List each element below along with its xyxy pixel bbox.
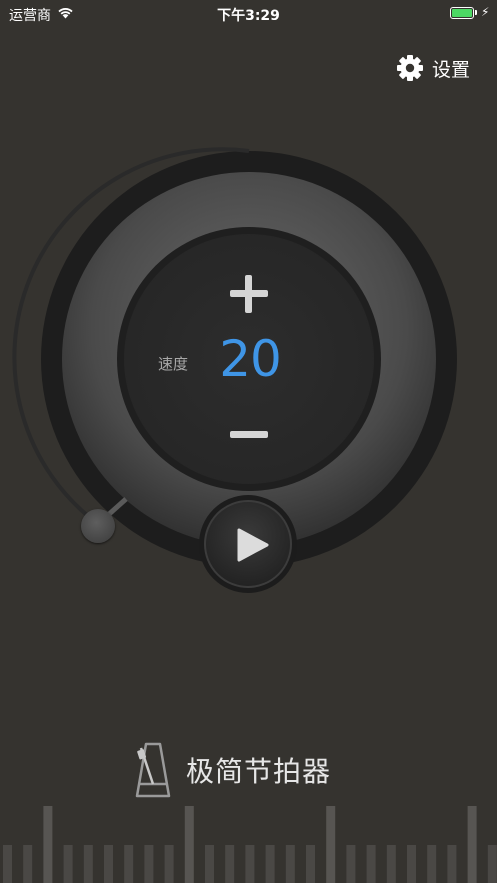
beat-bar	[63, 845, 73, 883]
app-brand: 极简节拍器	[134, 740, 331, 800]
beat-bar	[346, 845, 356, 883]
beat-bar	[306, 845, 315, 883]
beat-bar	[124, 845, 134, 883]
beat-bar	[386, 845, 396, 883]
beat-bar	[467, 806, 477, 883]
beat-bar	[23, 845, 33, 883]
decrease-tempo-button[interactable]	[229, 423, 269, 447]
tempo-label: 速度	[157, 355, 188, 373]
beat-bar	[104, 845, 113, 883]
beat-bar	[225, 845, 235, 883]
play-icon	[237, 528, 269, 562]
increase-tempo-button[interactable]	[228, 273, 270, 315]
app-name: 极简节拍器	[186, 755, 332, 788]
beat-bar	[164, 845, 174, 883]
beat-bar	[184, 806, 194, 883]
beat-bar	[43, 806, 53, 883]
beat-bar	[285, 845, 295, 883]
metronome-icon	[135, 742, 171, 798]
beat-bar	[144, 845, 154, 883]
beat-bar	[447, 845, 457, 883]
beat-bar	[205, 845, 214, 883]
beat-bar	[265, 845, 275, 883]
tempo-value: 20	[219, 330, 282, 388]
beat-bar	[245, 845, 255, 883]
beat-bar	[3, 845, 12, 883]
beat-bar	[487, 845, 497, 883]
tempo-slider-handle[interactable]	[81, 509, 115, 543]
beat-bar	[427, 845, 437, 883]
beat-bar	[326, 806, 336, 883]
beat-bar	[407, 845, 416, 883]
beat-bar	[366, 845, 376, 883]
beat-bar	[83, 845, 93, 883]
